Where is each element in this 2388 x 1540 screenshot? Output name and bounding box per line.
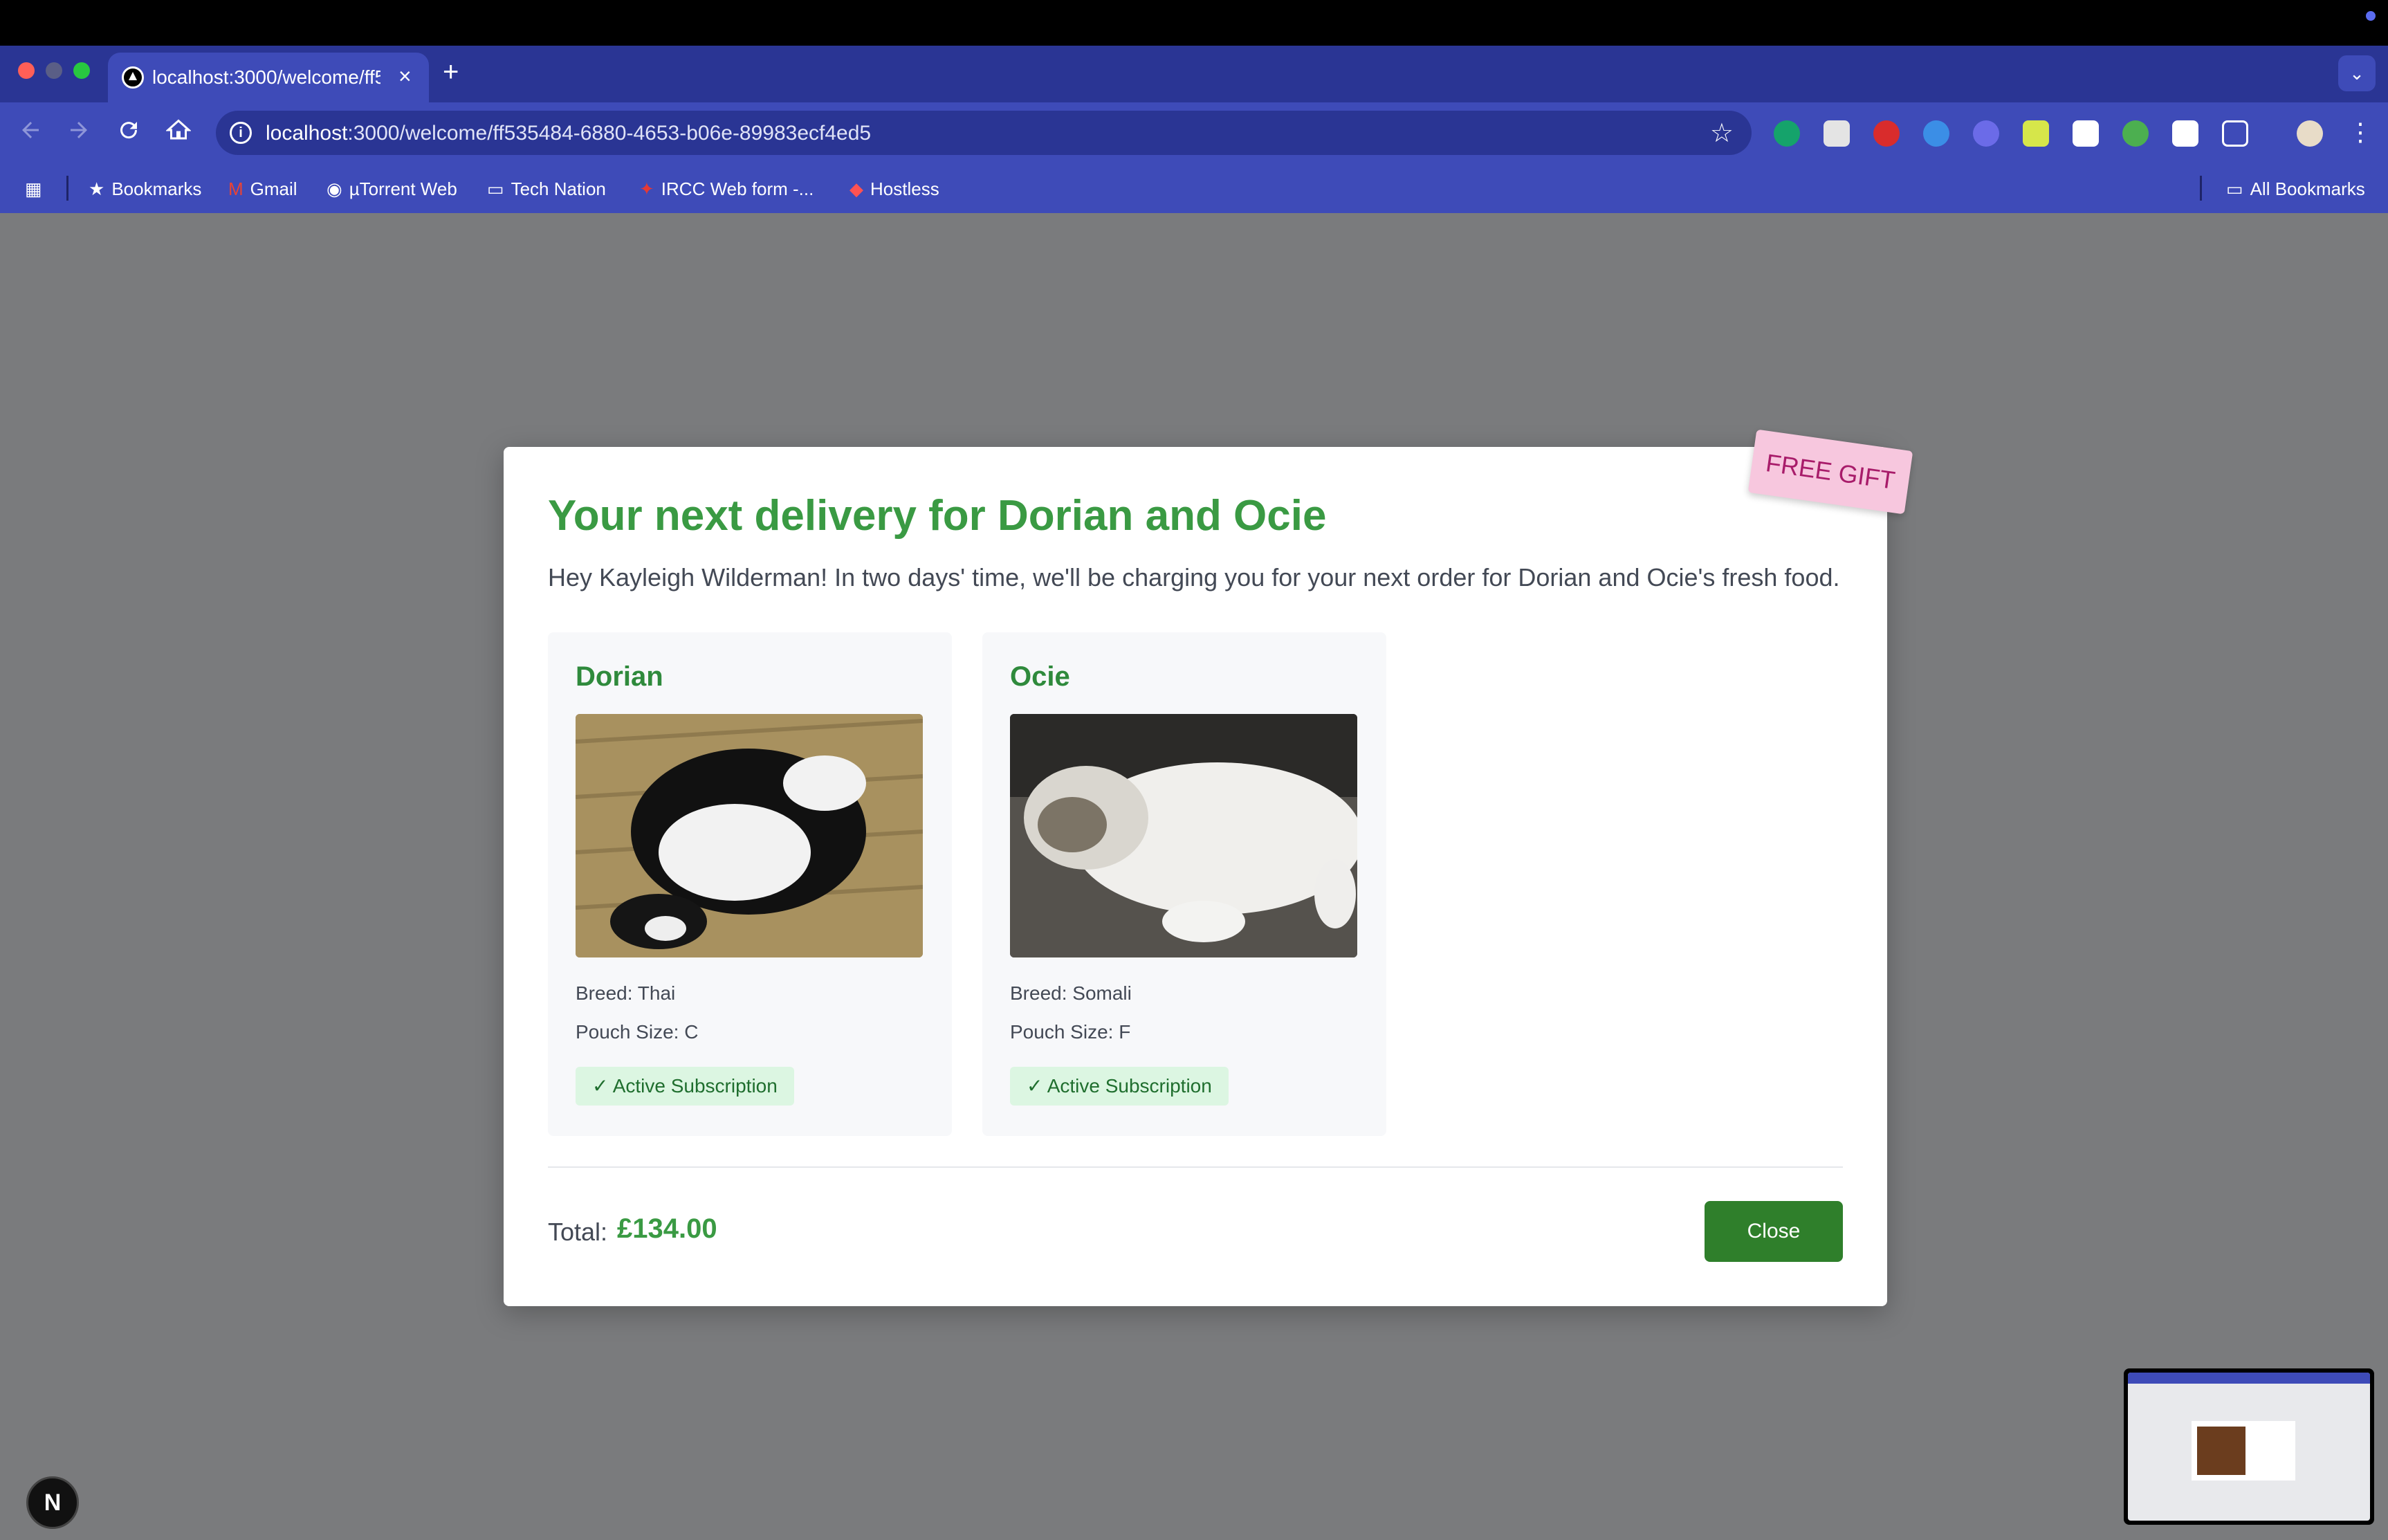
- bookmarks-bar: ▦ ★ Bookmarks M Gmail ◉ µTorrent Web ▭ Tech …: [0, 166, 2388, 213]
- site-info-icon[interactable]: i: [230, 122, 252, 144]
- total-label: Total:: [548, 1218, 608, 1246]
- preview-image: [2197, 1427, 2245, 1475]
- preview-toolbar: [2128, 1373, 2370, 1384]
- bookmark-label: All Bookmarks: [2250, 178, 2365, 199]
- tab-active[interactable]: localhost:3000/welcome/ff535484-6880-465…: [108, 53, 429, 102]
- bookmark-tech-nation[interactable]: ▭ Tech Nation: [487, 178, 606, 200]
- bookmark-label: IRCC Web form -...: [661, 178, 814, 199]
- bookmark-star-icon[interactable]: ☆: [1710, 118, 1734, 149]
- pet-name: Ocie: [1010, 661, 1070, 692]
- extension-icon[interactable]: [2023, 120, 2049, 147]
- star-icon: ★: [89, 178, 105, 199]
- total-amount: £134.00: [617, 1213, 717, 1244]
- apps-grid-icon[interactable]: ▦: [25, 178, 42, 200]
- screen-preview-thumbnail[interactable]: [2124, 1368, 2374, 1525]
- extension-icon[interactable]: [2122, 120, 2149, 147]
- maple-leaf-icon: ✦: [639, 178, 654, 199]
- grammarly-extension-icon[interactable]: [1774, 120, 1800, 147]
- home-icon[interactable]: [163, 118, 194, 149]
- menu-bar: [0, 0, 2388, 46]
- window-zoom-button[interactable]: [73, 62, 90, 79]
- tab-strip: localhost:3000/welcome/ff535484-6880-465…: [0, 46, 2388, 102]
- window-minimize-button[interactable]: [46, 62, 62, 79]
- url-path: :3000/welcome/ff535484-6880-4653-b06e-89…: [347, 122, 872, 145]
- url-text[interactable]: localhost:3000/welcome/ff535484-6880-465…: [266, 122, 871, 145]
- pet-photo: [1010, 714, 1357, 957]
- extension-icon[interactable]: [1824, 120, 1850, 147]
- globe-icon: ◉: [327, 178, 342, 199]
- bookmarks-divider: [66, 176, 68, 201]
- extension-icon[interactable]: [2172, 120, 2198, 147]
- tab-title: localhost:3000/welcome/ff535484-6880-465…: [152, 66, 380, 88]
- url-host: localhost: [266, 122, 348, 145]
- nextjs-dev-badge[interactable]: N: [26, 1476, 79, 1529]
- close-button[interactable]: Close: [1705, 1201, 1843, 1262]
- pet-name: Dorian: [576, 661, 663, 692]
- folder-icon: ▭: [2226, 178, 2243, 199]
- modal-title: Your next delivery for Dorian and Ocie: [548, 492, 1327, 540]
- delivery-modal: Your next delivery for Dorian and Ocie H…: [504, 447, 1887, 1306]
- address-bar[interactable]: i localhost:3000/welcome/ff535484-6880-4…: [216, 111, 1752, 155]
- hostless-icon: ◆: [849, 178, 863, 199]
- bookmarks-divider: [2200, 176, 2202, 201]
- pet-pouch-size: Pouch Size: F: [1010, 1021, 1131, 1043]
- bookmark-label: µTorrent Web: [349, 178, 457, 199]
- profile-avatar[interactable]: [2297, 120, 2323, 147]
- forward-icon[interactable]: [64, 118, 94, 149]
- subscription-status-badge: ✓ Active Subscription: [576, 1067, 794, 1106]
- modal-subtitle: Hey Kayleigh Wilderman! In two days' tim…: [548, 563, 1840, 592]
- bookmark-bookmarks[interactable]: ★ Bookmarks: [89, 178, 201, 200]
- modal-divider: [548, 1166, 1843, 1168]
- browser-toolbar: i localhost:3000/welcome/ff535484-6880-4…: [0, 102, 2388, 166]
- gmail-icon: M: [228, 178, 244, 199]
- bookmark-hostless[interactable]: ◆ Hostless: [849, 178, 939, 200]
- back-icon[interactable]: [15, 118, 46, 149]
- extension-icon[interactable]: [2073, 120, 2099, 147]
- new-tab-button[interactable]: +: [443, 57, 459, 88]
- pet-pouch-size: Pouch Size: C: [576, 1021, 699, 1043]
- window-close-button[interactable]: [18, 62, 35, 79]
- favicon-icon: [122, 66, 144, 89]
- bookmark-label: Gmail: [250, 178, 297, 199]
- subscription-status-badge: ✓ Active Subscription: [1010, 1067, 1229, 1106]
- bookmark-ircc[interactable]: ✦ IRCC Web form -...: [639, 178, 814, 200]
- reload-icon[interactable]: [113, 118, 144, 149]
- folder-icon: ▭: [487, 178, 504, 199]
- bookmark-utorrent[interactable]: ◉ µTorrent Web: [327, 178, 457, 200]
- browser-menu-icon[interactable]: ⋮: [2348, 118, 2373, 147]
- bookmark-gmail[interactable]: M Gmail: [228, 178, 297, 200]
- tab-close-icon[interactable]: ×: [398, 64, 412, 89]
- tab-search-button[interactable]: ⌄: [2338, 55, 2376, 91]
- extension-icon[interactable]: [1973, 120, 1999, 147]
- pet-breed: Breed: Thai: [576, 982, 676, 1004]
- extension-icon[interactable]: [1923, 120, 1949, 147]
- bookmark-label: Bookmarks: [111, 178, 202, 199]
- bookmark-label: Tech Nation: [511, 178, 606, 199]
- pet-card: Ocie Breed: Somali Pouch Size: F ✓ Activ…: [982, 632, 1386, 1136]
- extension-icon[interactable]: [1873, 120, 1900, 147]
- preview-content: [2128, 1373, 2370, 1521]
- pet-photo: [576, 714, 923, 957]
- bookmark-label: Hostless: [870, 178, 939, 199]
- extensions-puzzle-icon[interactable]: [2222, 120, 2248, 147]
- pet-breed: Breed: Somali: [1010, 982, 1132, 1004]
- pet-card: Dorian Breed: Thai Pouch Size: C ✓ Activ…: [548, 632, 952, 1136]
- status-dot-icon: [2366, 11, 2376, 21]
- all-bookmarks[interactable]: ▭ All Bookmarks: [2226, 178, 2365, 200]
